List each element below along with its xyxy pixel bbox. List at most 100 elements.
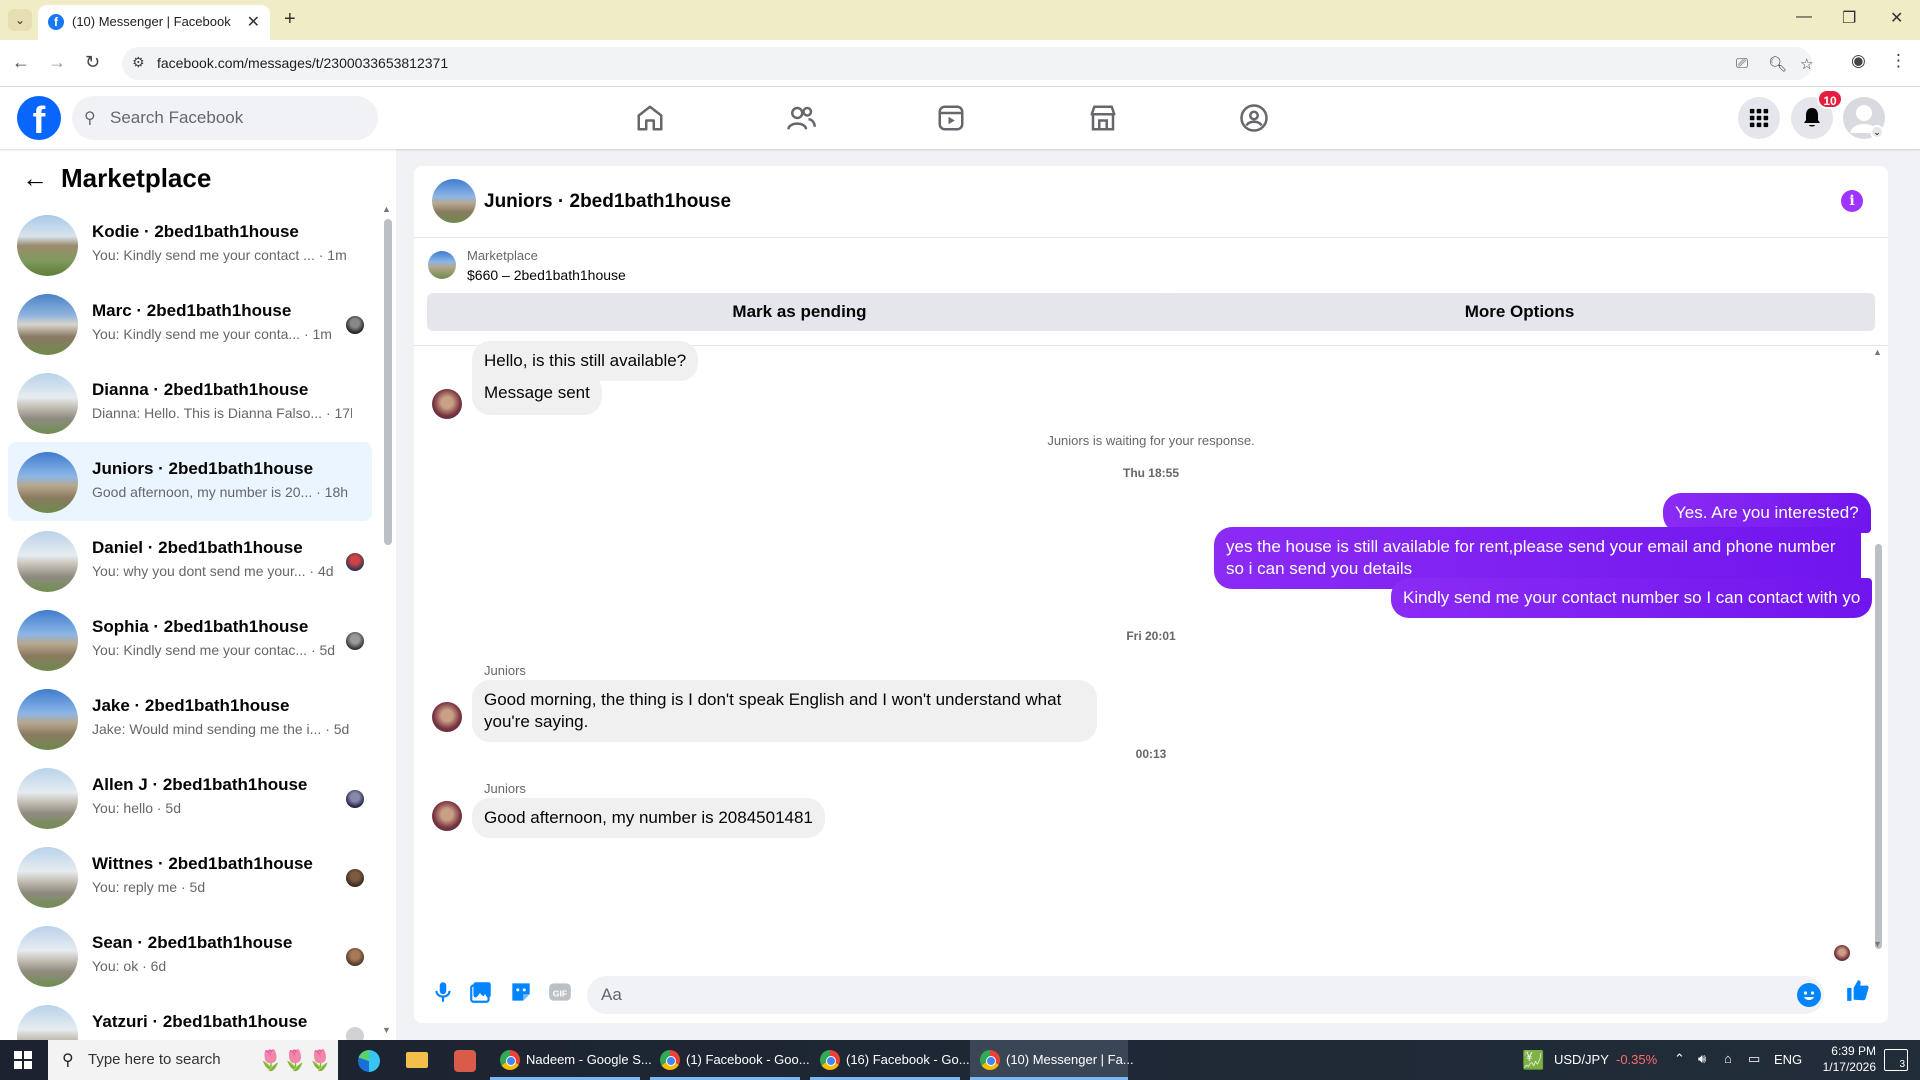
network-icon[interactable]: ⌂ (1724, 1051, 1732, 1080)
file-explorer-app[interactable] (396, 1040, 436, 1080)
house-thumbnail (17, 1005, 78, 1040)
mark-as-pending-button[interactable]: Mark as pending (427, 293, 1172, 331)
gif-button[interactable]: GIF (547, 979, 573, 1005)
scroll-up-icon[interactable]: ▲ (1873, 347, 1882, 357)
nav-video[interactable] (929, 99, 973, 137)
nav-friends[interactable] (779, 99, 823, 137)
bookmark-star-icon[interactable]: ☆ (1800, 55, 1813, 73)
nav-marketplace[interactable] (1081, 99, 1125, 137)
juniors-avatar (432, 801, 462, 831)
reload-icon[interactable]: ↻ (85, 52, 100, 73)
like-button[interactable] (1845, 977, 1871, 1003)
marketplace-icon (1090, 105, 1116, 131)
conversation-item[interactable]: Wittnes · 2bed1bath1house You: reply me … (8, 837, 372, 916)
message-input[interactable] (601, 984, 1761, 1006)
more-options-button[interactable]: More Options (1164, 293, 1875, 331)
seen-avatar (346, 790, 364, 808)
notification-center-count: 3 (1899, 1059, 1905, 1070)
notification-center-icon[interactable]: 3 (1884, 1049, 1908, 1071)
conversation-item[interactable]: Sean · 2bed1bath1house You: ok · 6d (8, 916, 372, 995)
chrome-menu-icon[interactable]: ⋮ (1890, 51, 1907, 71)
clock[interactable]: 6:39 PM 1/17/2026 (1816, 1044, 1876, 1080)
facebook-search-input[interactable] (110, 106, 360, 130)
folder-icon (406, 1052, 428, 1068)
language-indicator[interactable]: ENG (1774, 1052, 1802, 1080)
app-icon[interactable] (444, 1040, 484, 1080)
taskbar-chrome-window[interactable]: Nadeem - Google S... (490, 1040, 652, 1080)
conversation-name: Daniel · 2bed1bath1house (92, 538, 303, 557)
taskbar-chrome-window[interactable]: (16) Facebook - Go... (810, 1040, 970, 1080)
listing-thumbnail[interactable] (428, 251, 456, 279)
microphone-icon (435, 982, 451, 1002)
taskbar-chrome-window[interactable]: (1) Facebook - Goo... (650, 1040, 810, 1080)
display-icon[interactable]: ▭ (1748, 1051, 1760, 1080)
taskbar-chrome-window-active[interactable]: (10) Messenger | Fa... (970, 1040, 1134, 1080)
conversation-name: Sophia · 2bed1bath1house (92, 617, 309, 636)
forward-icon[interactable]: → (48, 52, 66, 73)
chat-title[interactable]: Juniors · 2bed1bath1house (484, 191, 731, 213)
message-input-wrap[interactable] (587, 976, 1824, 1014)
chat-house-avatar[interactable] (432, 179, 476, 223)
sticker-button[interactable] (508, 979, 534, 1005)
conversation-list-scrollbar[interactable] (384, 219, 392, 545)
facebook-logo[interactable]: f (17, 96, 61, 140)
video-icon (938, 105, 964, 131)
scroll-up-icon[interactable]: ▲ (382, 204, 391, 214)
info-icon[interactable]: i (1841, 190, 1863, 212)
chrome-icon (660, 1050, 680, 1070)
back-icon[interactable]: ← (12, 52, 30, 73)
scroll-down-icon[interactable]: ▼ (382, 1025, 391, 1035)
account-chevron-down-icon[interactable]: ⌄ (1870, 125, 1884, 139)
window-close-icon[interactable]: ✕ (1890, 8, 1903, 28)
windows-start-icon[interactable] (14, 1051, 32, 1069)
conversation-snippet: Good afternoon, my number is 20... · 18h (92, 484, 349, 500)
attach-photo-button[interactable] (468, 979, 494, 1005)
conversation-item-active[interactable]: Juniors · 2bed1bath1house Good afternoon… (8, 442, 372, 521)
listing-title[interactable]: $660 – 2bed1bath1house (467, 267, 626, 283)
edge-app[interactable] (348, 1040, 388, 1080)
tab-search-button[interactable]: ⌄ (8, 9, 32, 31)
conversation-item[interactable]: Allen J · 2bed1bath1house You: hello · 5… (8, 758, 372, 837)
menu-grid-button[interactable] (1738, 97, 1780, 139)
conversation-item[interactable]: Dianna · 2bed1bath1house Dianna: Hello. … (8, 363, 372, 442)
message-thread: Hello, is this still available? Message … (414, 341, 1888, 967)
nav-groups[interactable] (1232, 99, 1276, 137)
conversation-item[interactable]: Sophia · 2bed1bath1house You: Kindly sen… (8, 600, 372, 679)
house-thumbnail (17, 689, 78, 750)
volume-icon[interactable]: 🔊︎ (1698, 1051, 1706, 1080)
site-info-icon[interactable]: ⚙ (132, 54, 145, 71)
chat-scrollbar[interactable] (1875, 544, 1882, 949)
house-thumbnail (17, 847, 78, 908)
house-thumbnail (17, 610, 78, 671)
tray-overflow-icon[interactable]: ⌃ (1674, 1051, 1685, 1080)
emoji-icon[interactable] (1797, 983, 1821, 1007)
new-tab-icon[interactable]: + (284, 8, 296, 31)
conversation-item[interactable]: Daniel · 2bed1bath1house You: why you do… (8, 521, 372, 600)
browser-tab-active[interactable]: f (10) Messenger | Facebook ✕ (38, 5, 270, 40)
back-arrow-icon[interactable]: ← (22, 163, 48, 194)
read-receipt-avatar (1834, 945, 1850, 961)
minimize-icon[interactable]: — (1796, 8, 1812, 26)
restore-icon[interactable]: ❐ (1842, 8, 1856, 28)
conversation-item[interactable]: Marc · 2bed1bath1house You: Kindly send … (8, 284, 372, 363)
tab-close-icon[interactable]: ✕ (247, 12, 260, 32)
seen-avatar (346, 632, 364, 650)
conversation-snippet: Dianna: Hello. This is Dianna Falso... ·… (92, 405, 352, 421)
install-app-icon[interactable]: ⎚ (1736, 55, 1748, 72)
voice-clip-button[interactable] (430, 979, 456, 1005)
address-bar[interactable]: ⚙ facebook.com/messages/t/23000336538123… (122, 47, 1813, 80)
house-thumbnail (17, 768, 78, 829)
conversation-item[interactable]: Yatzuri · 2bed1bath1house (8, 995, 372, 1040)
taskbar-search[interactable]: ⚲ Type here to search 🌷🌷🌷 (48, 1040, 338, 1080)
conversation-item[interactable]: Jake · 2bed1bath1house Jake: Would mind … (8, 679, 372, 758)
incoming-message: Good afternoon, my number is 2084501481 (472, 798, 825, 838)
conversation-item[interactable]: Kodie · 2bed1bath1house You: Kindly send… (8, 205, 372, 284)
ticker-label[interactable]: USD/JPY (1554, 1052, 1609, 1080)
scroll-down-icon[interactable]: ▼ (1873, 939, 1882, 949)
facebook-search[interactable]: ⚲ (72, 96, 378, 140)
message-composer: GIF (414, 967, 1888, 1023)
zoom-icon[interactable]: 🔍︎ (1768, 55, 1787, 73)
nav-home[interactable] (628, 99, 672, 137)
profile-icon[interactable]: ◉ (1851, 51, 1866, 71)
gif-icon: GIF (549, 983, 571, 1001)
